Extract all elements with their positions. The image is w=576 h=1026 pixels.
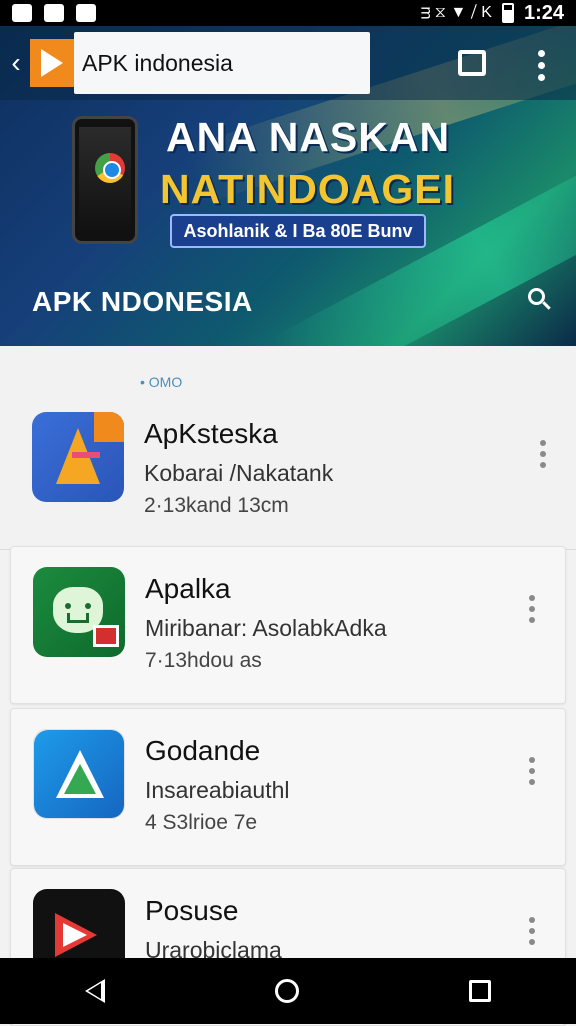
nav-recents-icon[interactable] <box>469 980 491 1002</box>
list-item[interactable]: Apalka Miribanar: AsolabkAdka 7·13hdou a… <box>10 546 566 704</box>
app-subtitle: Insareabiauthl <box>145 777 290 803</box>
app-name: ApKsteska <box>144 418 278 449</box>
search-icon[interactable] <box>528 288 552 312</box>
hero-banner: ‹ APK indonesia ANA NASKAN NATINDOAGEI A… <box>0 26 576 346</box>
list-item[interactable]: ApKsteska Kobarai /Nakatank 2·13kand 13c… <box>0 392 576 550</box>
nav-home-icon[interactable] <box>275 979 299 1003</box>
notification-icon <box>76 4 96 22</box>
phone-illustration <box>72 116 138 244</box>
status-indicators: ᴟ ⧖ ▼ ⧸ K <box>420 4 492 21</box>
app-subtitle: Miribanar: AsolabkAdka <box>145 615 387 641</box>
green-face-icon <box>33 567 125 657</box>
app-name: Apalka <box>145 573 231 604</box>
app-name: Posuse <box>145 895 239 926</box>
app-meta: 7·13hdou as <box>145 649 262 672</box>
apk-a-icon <box>32 412 124 502</box>
nav-back-icon[interactable] <box>85 979 105 1003</box>
system-nav-bar <box>0 958 576 1024</box>
more-options-icon[interactable] <box>536 50 546 81</box>
battery-icon <box>501 3 514 23</box>
hero-headline: ANA NASKAN <box>166 114 451 160</box>
blue-triangle-icon <box>33 729 125 819</box>
list-item[interactable]: Godande Insareabiauthl 4 S3lrioe 7e <box>10 708 566 866</box>
app-meta: 2·13kand 13cm <box>144 494 289 517</box>
app-subtitle: Kobarai /Nakatank <box>144 460 334 486</box>
notification-icon <box>12 4 32 22</box>
back-arrow-icon[interactable]: ‹ <box>2 47 30 79</box>
clock: 1:24 <box>523 1 564 24</box>
app-title: APK indonesia <box>74 32 370 94</box>
hero-badge[interactable]: Asohlanik & I Ba 80E Bunv <box>170 214 426 248</box>
chrome-icon <box>95 153 125 183</box>
hero-headline-2: NATINDOAGEI <box>160 166 455 212</box>
system-indicators: ᴟ ⧖ ▼ ⧸ K 1:24 <box>421 2 564 25</box>
item-menu-icon[interactable] <box>540 440 548 468</box>
item-menu-icon[interactable] <box>529 917 537 945</box>
notification-icon <box>44 4 64 22</box>
tabs-icon[interactable] <box>458 50 486 76</box>
app-meta: 4 S3lrioe 7e <box>145 811 258 834</box>
hero-subtitle: APK NDONESIA <box>32 286 253 317</box>
status-bar: ᴟ ⧖ ▼ ⧸ K 1:24 <box>0 0 576 26</box>
section-label: • OMO <box>140 374 183 390</box>
notification-icons <box>12 4 96 22</box>
app-name: Godande <box>145 735 261 766</box>
item-menu-icon[interactable] <box>529 757 537 785</box>
app-bar: ‹ APK indonesia <box>0 26 576 100</box>
item-menu-icon[interactable] <box>529 595 537 623</box>
apk-logo-icon <box>30 39 74 87</box>
